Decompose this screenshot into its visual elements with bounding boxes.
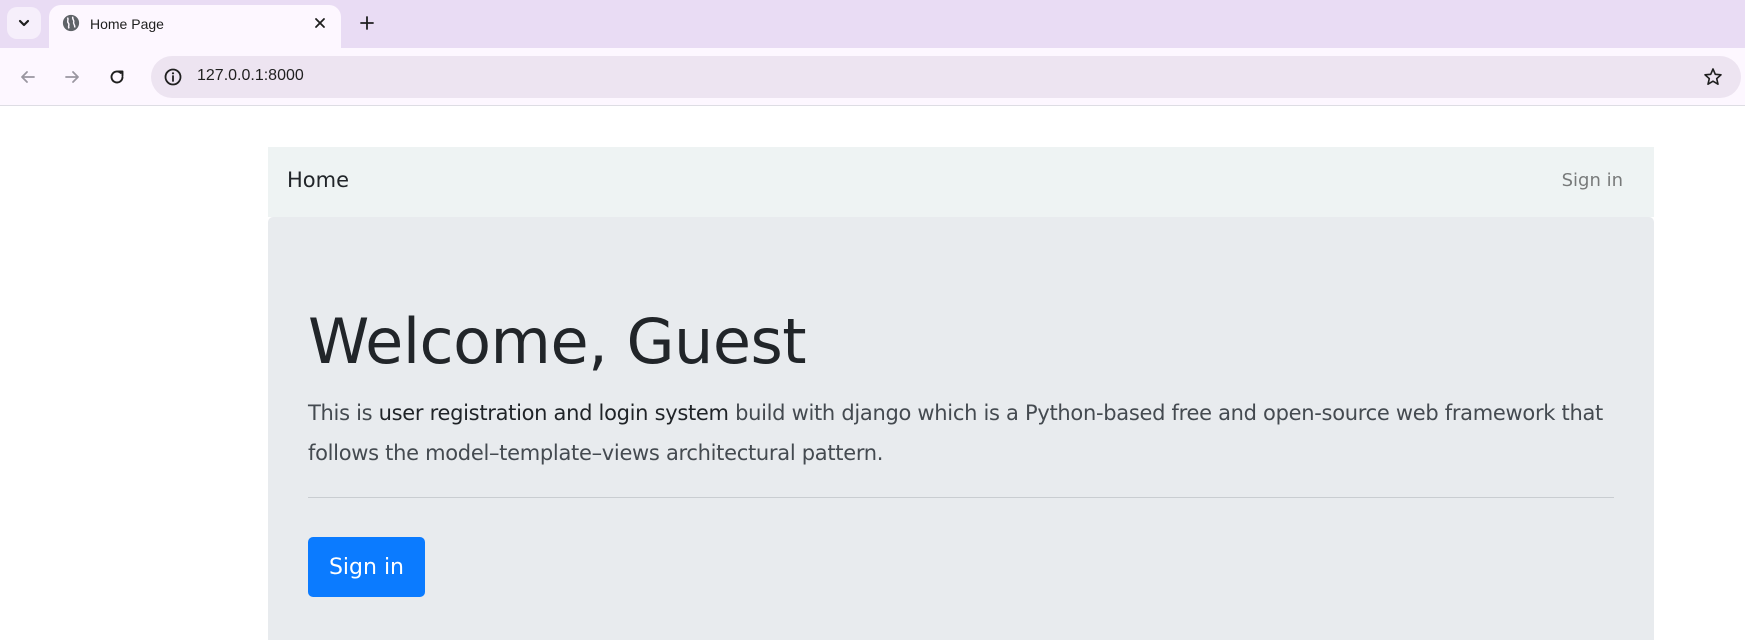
welcome-jumbotron: Welcome, Guest This is user registration…	[268, 217, 1654, 640]
url-text[interactable]: 127.0.0.1:8000	[197, 67, 304, 85]
welcome-heading: Welcome, Guest	[308, 305, 807, 378]
navbar-signin-link[interactable]: Sign in	[1562, 170, 1623, 191]
close-icon	[315, 18, 325, 28]
section-divider	[308, 497, 1614, 498]
arrow-right-icon	[65, 71, 79, 83]
reload-button[interactable]	[101, 61, 133, 93]
reload-icon	[110, 70, 124, 84]
navbar-brand-home[interactable]: Home	[287, 168, 349, 192]
address-bar[interactable]: 127.0.0.1:8000	[151, 56, 1741, 98]
browser-tab-active[interactable]: Home Page	[49, 5, 341, 48]
browser-toolbar: 127.0.0.1:8000	[0, 48, 1745, 106]
bookmark-button[interactable]	[1701, 65, 1725, 89]
chevron-down-icon	[18, 19, 30, 27]
back-button[interactable]	[12, 61, 44, 93]
signin-button[interactable]: Sign in	[308, 537, 425, 597]
star-icon	[1704, 68, 1722, 85]
tab-title: Home Page	[90, 16, 164, 32]
intro-paragraph: This is user registration and login syst…	[308, 393, 1628, 473]
intro-text-prefix: This is	[308, 401, 379, 425]
tab-close-button[interactable]	[309, 12, 331, 34]
browser-tab-strip: Home Page	[0, 0, 1745, 48]
site-navbar: Home Sign in	[268, 147, 1654, 217]
intro-text-highlight: user registration and login system	[378, 401, 729, 425]
globe-icon	[62, 14, 80, 32]
plus-icon	[360, 16, 374, 30]
arrow-left-icon	[21, 71, 35, 83]
tab-search-button[interactable]	[7, 7, 41, 39]
new-tab-button[interactable]	[353, 9, 381, 37]
page-viewport: Home Sign in Welcome, Guest This is user…	[0, 107, 1745, 640]
site-info-icon[interactable]	[163, 67, 183, 87]
forward-button[interactable]	[56, 61, 88, 93]
